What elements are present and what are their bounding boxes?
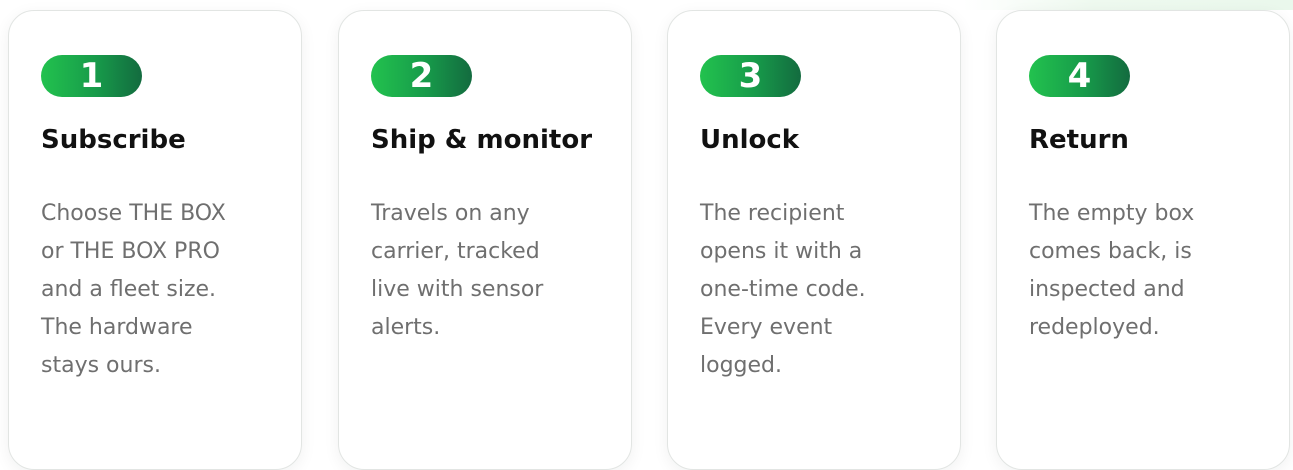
- step-number-badge: 3: [700, 55, 801, 97]
- step-number-badge: 1: [41, 55, 142, 97]
- step-number: 4: [1067, 56, 1092, 96]
- steps-row: 1 Subscribe Choose THE BOX or THE BOX PR…: [0, 10, 1293, 470]
- step-title: Unlock: [700, 125, 800, 155]
- step-description-line: carrier, tracked: [371, 239, 540, 264]
- step-card-ship-monitor: 2 Ship & monitor Travels on any carrier,…: [338, 10, 632, 470]
- step-description-line: and a fleet size.: [41, 277, 217, 302]
- step-description-line: The empty box: [1029, 201, 1195, 226]
- step-description-line: inspected and: [1029, 277, 1185, 302]
- step-title: Ship & monitor: [371, 125, 593, 155]
- step-description-line: one-time code.: [700, 277, 866, 302]
- step-title: Return: [1029, 125, 1129, 155]
- step-description-line: opens it with a: [700, 239, 863, 264]
- step-description-line: Every event: [700, 315, 833, 340]
- step-description: Choose THE BOX or THE BOX PRO and a flee…: [41, 195, 226, 385]
- step-description-line: redeployed.: [1029, 315, 1160, 340]
- step-description-line: stays ours.: [41, 353, 161, 378]
- step-description: The empty box comes back, is inspected a…: [1029, 195, 1194, 347]
- step-description-line: Travels on any: [371, 201, 530, 226]
- step-description: The recipient opens it with a one-time c…: [700, 195, 866, 385]
- step-number: 1: [79, 56, 104, 96]
- step-description-line: or THE BOX PRO: [41, 239, 220, 264]
- step-number: 2: [409, 56, 434, 96]
- step-description-line: The recipient: [700, 201, 845, 226]
- step-number: 3: [738, 56, 763, 96]
- step-card-subscribe: 1 Subscribe Choose THE BOX or THE BOX PR…: [8, 10, 302, 470]
- step-card-unlock: 3 Unlock The recipient opens it with a o…: [667, 10, 961, 470]
- step-description: Travels on any carrier, tracked live wit…: [371, 195, 543, 347]
- step-description-line: The hardware: [41, 315, 193, 340]
- step-card-return: 4 Return The empty box comes back, is in…: [996, 10, 1290, 470]
- step-description-line: comes back, is: [1029, 239, 1192, 264]
- step-number-badge: 2: [371, 55, 472, 97]
- step-title: Subscribe: [41, 125, 186, 155]
- step-number-badge: 4: [1029, 55, 1130, 97]
- step-description-line: live with sensor: [371, 277, 544, 302]
- step-description-line: Choose THE BOX: [41, 201, 226, 226]
- background-accent: [963, 0, 1293, 10]
- step-description-line: logged.: [700, 353, 782, 378]
- step-description-line: alerts.: [371, 315, 441, 340]
